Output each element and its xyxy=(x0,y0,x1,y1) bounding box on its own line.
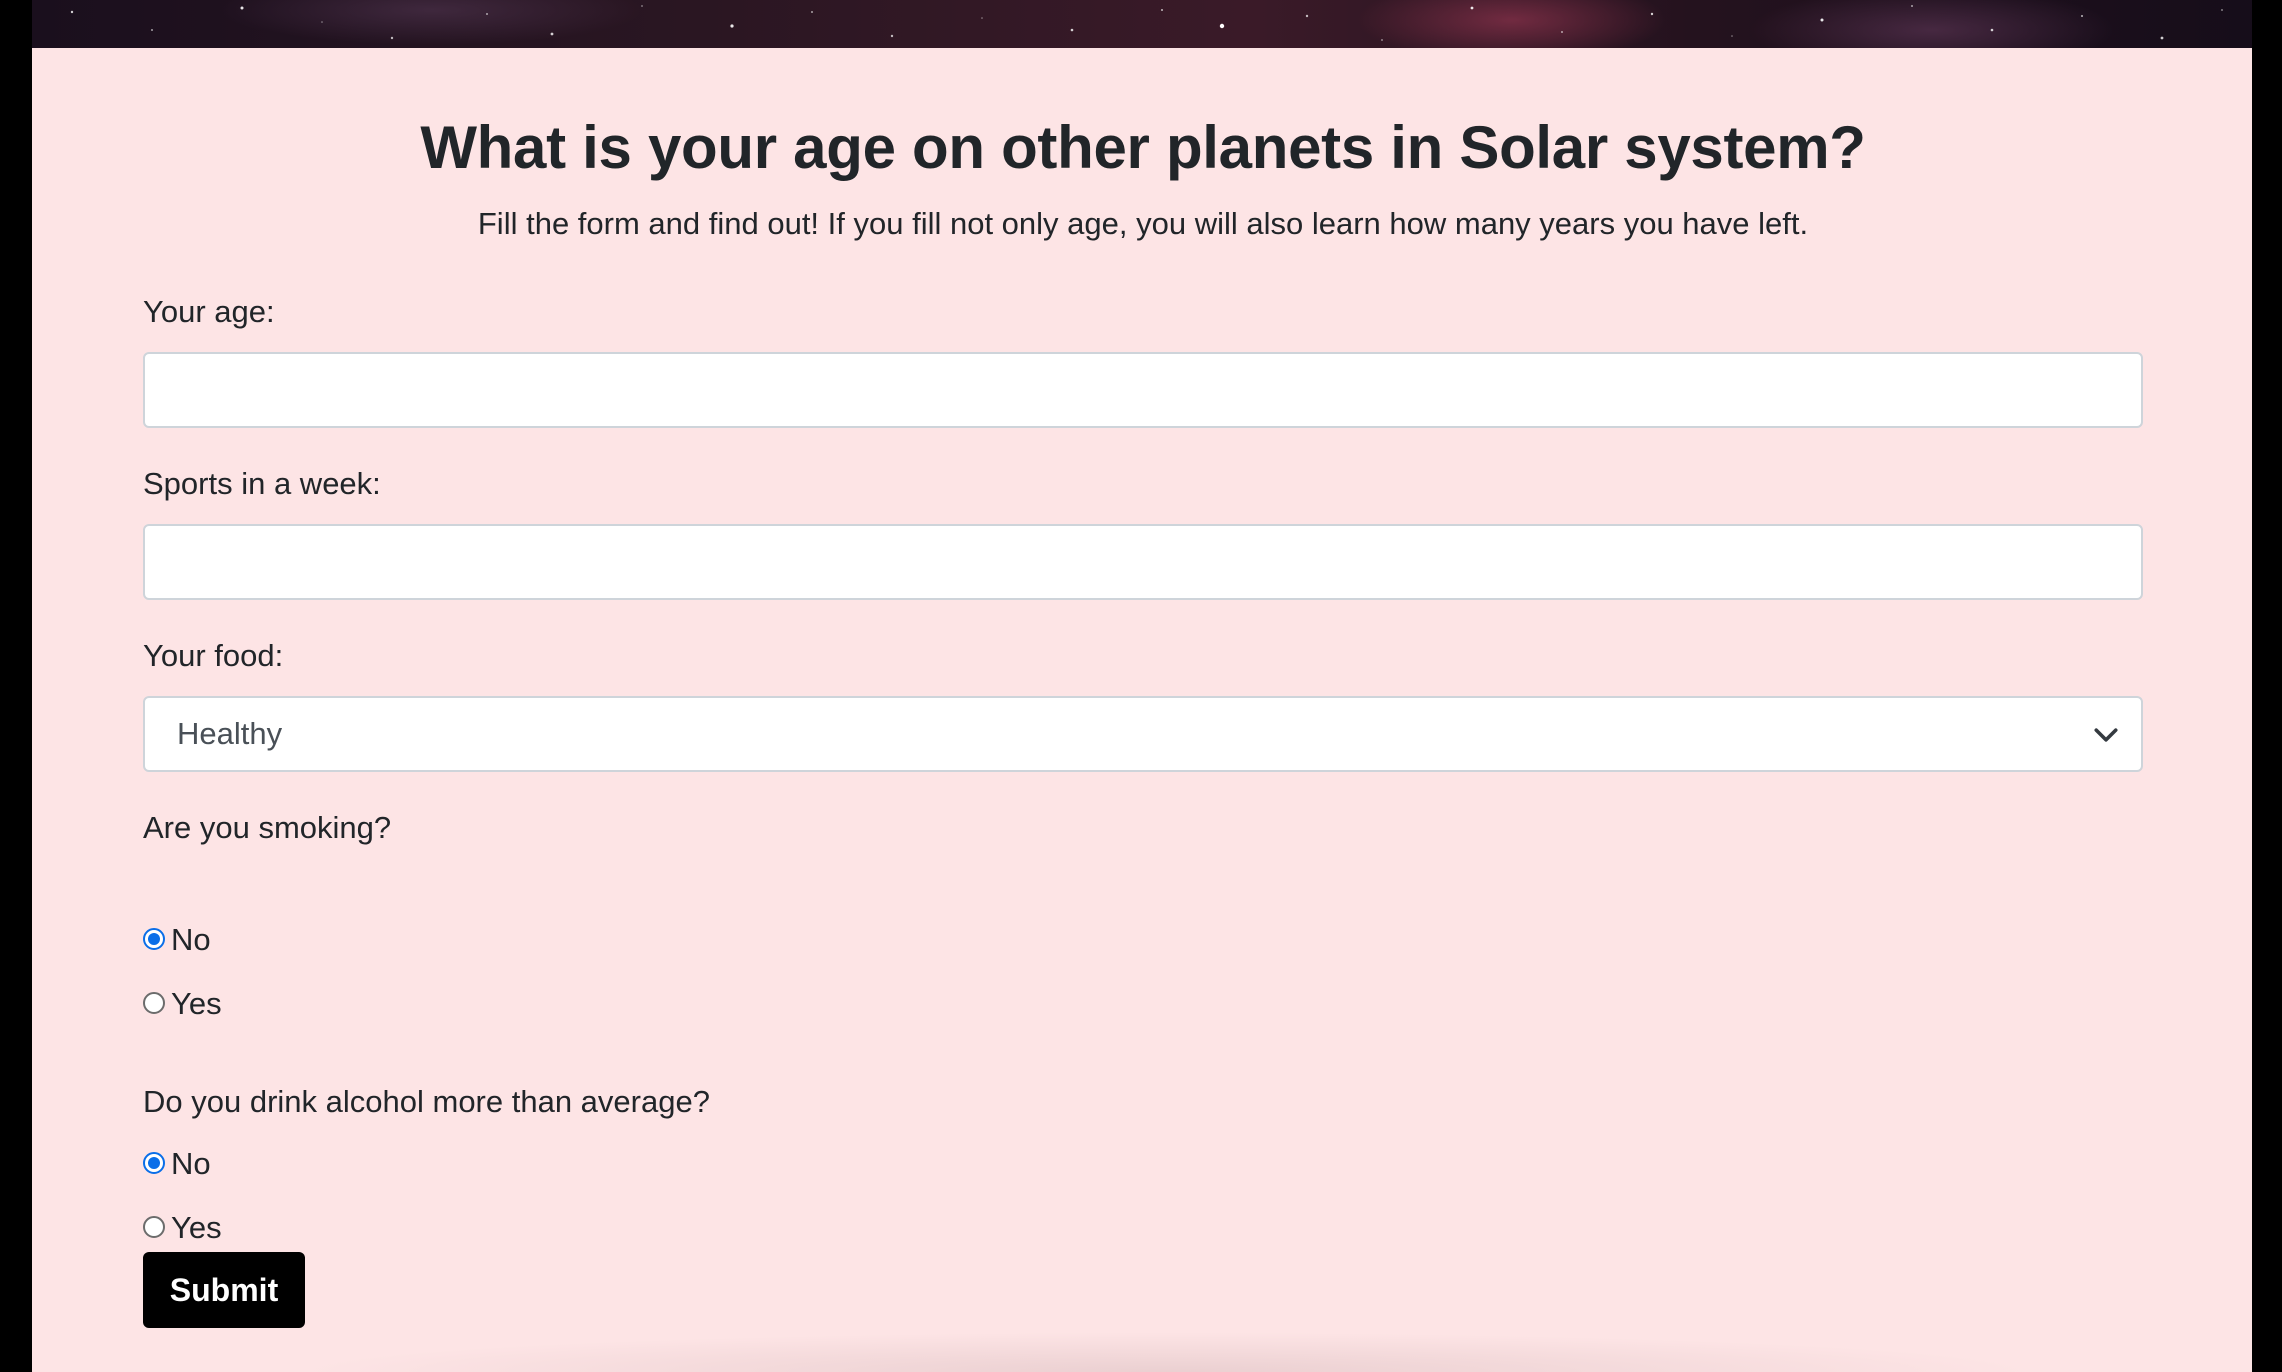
smoking-option-no[interactable]: No xyxy=(143,922,211,958)
smoking-yes-label: Yes xyxy=(171,986,222,1021)
submit-button[interactable]: Submit xyxy=(143,1252,305,1328)
smoking-no-radio[interactable] xyxy=(143,928,165,950)
food-select-value: Healthy xyxy=(177,716,283,751)
chevron-down-icon xyxy=(2094,728,2118,742)
page-title: What is your age on other planets in Sol… xyxy=(420,114,1866,181)
alcohol-option-no[interactable]: No xyxy=(143,1146,211,1182)
starfield xyxy=(70,5,2223,41)
page-subtitle: Fill the form and find out! If you fill … xyxy=(477,206,1809,241)
smoking-yes-radio[interactable] xyxy=(143,992,165,1014)
panel-bottom-shadow xyxy=(292,1332,2042,1372)
form-panel: What is your age on other planets in Sol… xyxy=(32,48,2252,1372)
alcohol-label: Do you drink alcohol more than average? xyxy=(143,1084,710,1119)
food-select[interactable]: Healthy xyxy=(143,696,2143,772)
alcohol-yes-radio[interactable] xyxy=(143,1216,165,1238)
age-label: Your age: xyxy=(143,294,275,329)
smoking-option-yes[interactable]: Yes xyxy=(143,986,222,1022)
alcohol-no-label: No xyxy=(171,1146,211,1181)
smoking-no-label: No xyxy=(171,922,211,957)
smoking-label: Are you smoking? xyxy=(143,810,392,845)
alcohol-no-radio[interactable] xyxy=(143,1152,165,1174)
page-viewport: What is your age on other planets in Sol… xyxy=(0,0,2282,1372)
alcohol-option-yes[interactable]: Yes xyxy=(143,1210,222,1246)
food-label: Your food: xyxy=(143,638,284,673)
alcohol-yes-label: Yes xyxy=(171,1210,222,1245)
sports-label: Sports in a week: xyxy=(143,466,381,501)
age-input[interactable] xyxy=(143,352,2143,428)
sports-input[interactable] xyxy=(143,524,2143,600)
